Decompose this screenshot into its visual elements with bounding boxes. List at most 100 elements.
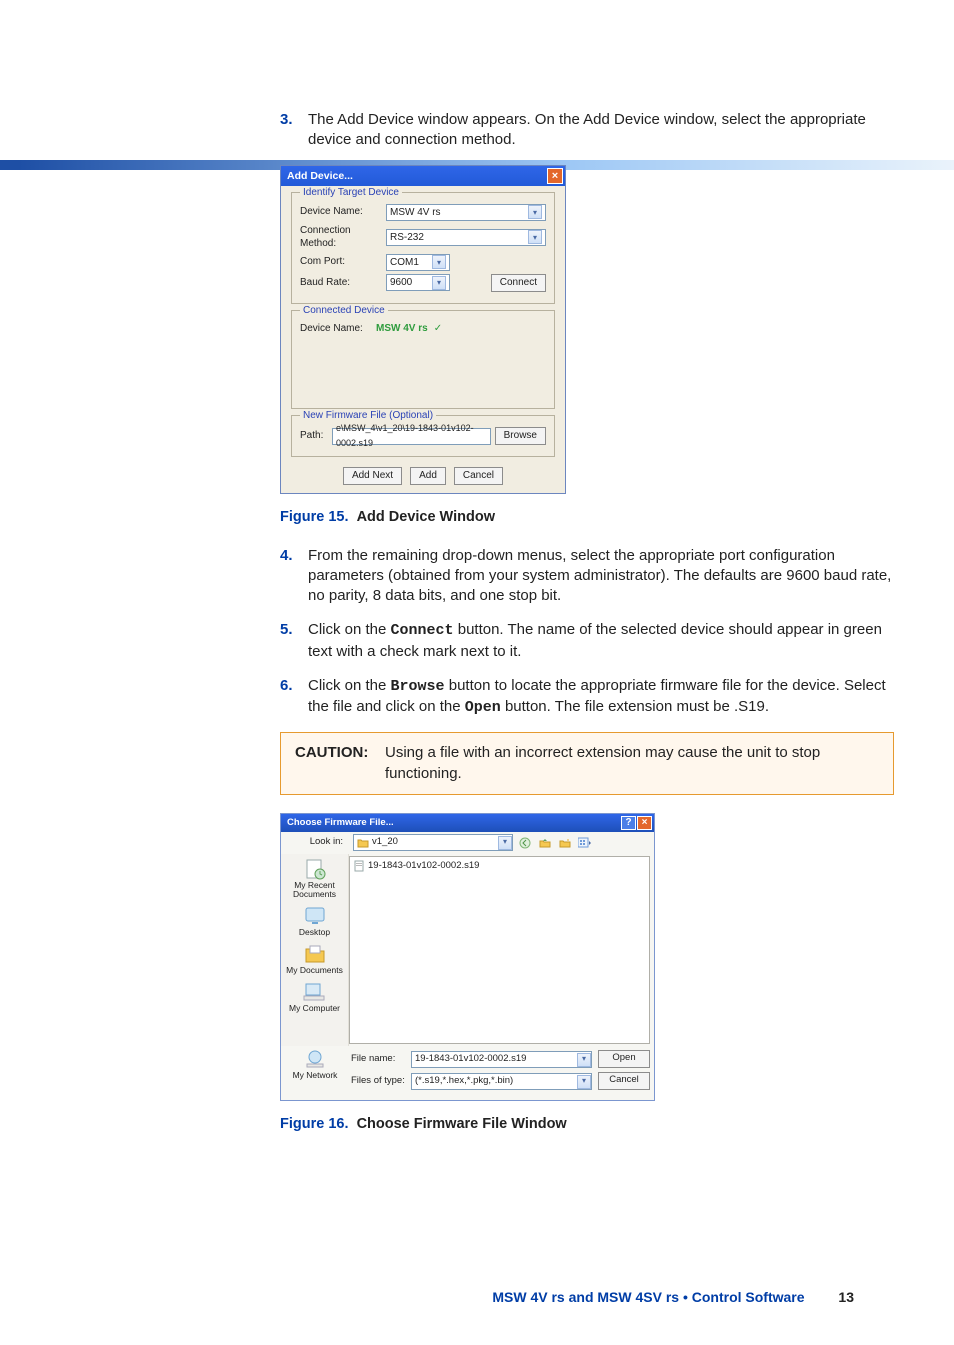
step-number: 5.	[280, 620, 304, 662]
window-titlebar[interactable]: Add Device... ×	[281, 166, 565, 186]
filetype-dropdown[interactable]: (*.s19,*.hex,*.pkg,*.bin) ▾	[411, 1073, 592, 1090]
filetype-value: (*.s19,*.hex,*.pkg,*.bin)	[415, 1075, 513, 1088]
sidebar-label: Desktop	[299, 927, 330, 937]
sidebar-my-documents[interactable]: My Documents	[286, 943, 343, 975]
dialog-button-row: Add Next Add Cancel	[281, 461, 565, 493]
path-value: e\MSW_4\v1_20\19-1843-01v102-0002.s19	[336, 421, 487, 451]
caution-box: CAUTION: Using a file with an incorrect …	[280, 732, 894, 795]
caution-text: Using a file with an incorrect extension…	[385, 743, 879, 784]
back-icon[interactable]	[517, 835, 533, 851]
sidebar-desktop[interactable]: Desktop	[299, 905, 330, 937]
page-footer: MSW 4V rs and MSW 4SV rs • Control Softw…	[0, 1289, 954, 1305]
connect-ref: Connect	[391, 622, 454, 639]
my-computer-icon	[302, 981, 326, 1003]
view-menu-icon[interactable]	[577, 835, 593, 851]
sidebar-label: My Recent Documents	[293, 880, 336, 899]
open-button[interactable]: Open	[598, 1050, 650, 1068]
file-name: 19-1843-01v102-0002.s19	[368, 860, 479, 873]
add-button[interactable]: Add	[410, 467, 446, 485]
dialog-titlebar[interactable]: Choose Firmware File... ? ×	[281, 814, 654, 832]
sidebar-label: My Network	[293, 1070, 338, 1080]
sidebar-recent-documents[interactable]: My Recent Documents	[281, 858, 348, 899]
figure-label: Figure 15.	[280, 509, 349, 525]
figure-15-caption: Figure 15. Add Device Window	[280, 508, 894, 528]
help-icon[interactable]: ?	[621, 816, 636, 830]
connected-device-label: Device Name:	[300, 322, 376, 336]
up-folder-icon[interactable]	[537, 835, 553, 851]
chevron-down-icon[interactable]: ▾	[577, 1053, 591, 1067]
path-field[interactable]: e\MSW_4\v1_20\19-1843-01v102-0002.s19	[332, 428, 491, 445]
page-number: 13	[838, 1289, 854, 1305]
group-title: New Firmware File (Optional)	[300, 409, 436, 423]
new-folder-icon[interactable]	[557, 835, 573, 851]
filename-dropdown[interactable]: 19-1843-01v102-0002.s19 ▾	[411, 1051, 592, 1068]
chevron-down-icon[interactable]: ▾	[528, 230, 542, 244]
figure-title: Add Device Window	[357, 509, 495, 525]
cancel-button[interactable]: Cancel	[598, 1072, 650, 1090]
figure-label: Figure 16.	[280, 1116, 349, 1132]
connect-button[interactable]: Connect	[491, 274, 546, 292]
recent-documents-icon	[303, 858, 327, 880]
sidebar-my-network[interactable]: My Network	[293, 1048, 338, 1080]
step-text: Click on the Connect button. The name of…	[308, 620, 894, 662]
filename-label: File name:	[349, 1053, 411, 1066]
file-item[interactable]: 19-1843-01v102-0002.s19	[353, 860, 646, 873]
step-text: The Add Device window appears. On the Ad…	[308, 110, 894, 151]
step-6: 6. Click on the Browse button to locate …	[280, 676, 894, 719]
cancel-button[interactable]: Cancel	[454, 467, 503, 485]
browse-button[interactable]: Browse	[495, 427, 546, 445]
close-icon[interactable]: ×	[637, 816, 652, 830]
dialog-toolbar: Look in: v1_20 ▾	[281, 832, 654, 854]
add-next-button[interactable]: Add Next	[343, 467, 402, 485]
look-in-value: v1_20	[372, 836, 398, 849]
step-text: From the remaining drop-down menus, sele…	[308, 546, 894, 607]
chevron-down-icon[interactable]: ▾	[528, 205, 542, 219]
footer-title: MSW 4V rs and MSW 4SV rs • Control Softw…	[492, 1289, 804, 1305]
dialog-title: Choose Firmware File...	[287, 817, 394, 828]
look-in-dropdown[interactable]: v1_20 ▾	[353, 834, 513, 851]
places-sidebar: My Recent Documents Desktop My Documents…	[281, 854, 349, 1046]
my-documents-icon	[303, 943, 327, 965]
connection-method-dropdown[interactable]: RS-232 ▾	[386, 229, 546, 246]
folder-icon	[357, 837, 369, 849]
chevron-down-icon[interactable]: ▾	[432, 255, 446, 269]
step-3: 3. The Add Device window appears. On the…	[280, 110, 894, 151]
browse-ref: Browse	[391, 678, 445, 695]
connection-method-label: Connection Method:	[300, 224, 386, 251]
checkmark-icon: ✓	[434, 322, 442, 336]
baud-rate-value: 9600	[390, 275, 412, 290]
figure-16-caption: Figure 16. Choose Firmware File Window	[280, 1115, 894, 1135]
text-fragment: Click on the	[308, 621, 391, 638]
step-number: 3.	[280, 110, 304, 151]
com-port-value: COM1	[390, 255, 419, 270]
open-ref: Open	[465, 699, 501, 716]
chevron-down-icon[interactable]: ▾	[577, 1075, 591, 1089]
chevron-down-icon[interactable]: ▾	[498, 836, 512, 850]
identify-target-group: Identify Target Device Device Name: MSW …	[291, 192, 555, 304]
my-network-icon	[303, 1049, 327, 1069]
connected-device-group: Connected Device Device Name: MSW 4V rs …	[291, 310, 555, 410]
figure-title: Choose Firmware File Window	[357, 1116, 567, 1132]
connected-device-value: MSW 4V rs	[376, 322, 428, 336]
step-number: 6.	[280, 676, 304, 719]
group-title: Connected Device	[300, 304, 388, 318]
group-title: Identify Target Device	[300, 186, 402, 200]
device-name-dropdown[interactable]: MSW 4V rs ▾	[386, 204, 546, 221]
file-list-area[interactable]: 19-1843-01v102-0002.s19	[349, 856, 650, 1044]
choose-firmware-dialog: Choose Firmware File... ? × Look in: v1_…	[280, 813, 655, 1101]
baud-rate-dropdown[interactable]: 9600 ▾	[386, 274, 450, 291]
com-port-dropdown[interactable]: COM1 ▾	[386, 254, 450, 271]
device-name-label: Device Name:	[300, 205, 386, 219]
filetype-label: Files of type:	[349, 1075, 411, 1088]
chevron-down-icon[interactable]: ▾	[432, 276, 446, 290]
close-icon[interactable]: ×	[547, 168, 563, 184]
filename-value: 19-1843-01v102-0002.s19	[415, 1053, 526, 1066]
sidebar-my-computer[interactable]: My Computer	[289, 981, 340, 1013]
sidebar-label: My Computer	[289, 1003, 340, 1013]
step-4: 4. From the remaining drop-down menus, s…	[280, 546, 894, 607]
firmware-file-group: New Firmware File (Optional) Path: e\MSW…	[291, 415, 555, 457]
content-area: 3. The Add Device window appears. On the…	[280, 110, 894, 1134]
desktop-icon	[303, 905, 327, 927]
com-port-label: Com Port:	[300, 255, 386, 269]
caution-label: CAUTION:	[295, 743, 385, 784]
